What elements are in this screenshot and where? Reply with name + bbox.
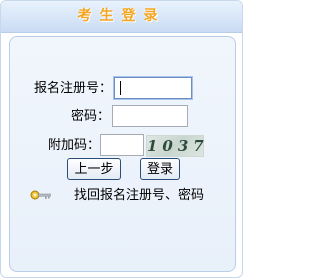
captcha-label: 附加码： [47,137,100,152]
password-label: 密码： [70,108,110,123]
title-bar: 考生登录 [1,1,242,33]
captcha-input[interactable] [100,134,144,156]
login-button[interactable]: 登录 [140,158,180,180]
captcha-image[interactable]: 1037 [146,135,204,157]
text-cursor [120,81,121,95]
reg-number-label: 报名注册号： [33,80,112,95]
login-form: 报名注册号： 密码： 附加码： 1037 上一步 登录 找回报名注册号、密码 [9,36,236,272]
key-icon [30,189,52,204]
prev-step-button[interactable]: 上一步 [67,158,121,180]
page-title: 考生登录 [77,8,166,24]
recover-credentials-link[interactable]: 找回报名注册号、密码 [74,187,204,203]
password-input[interactable] [112,105,188,127]
login-panel: 考生登录 报名注册号： 密码： 附加码： 1037 上一步 登录 找回报名注册号 [0,0,243,278]
reg-number-input[interactable] [113,76,193,100]
